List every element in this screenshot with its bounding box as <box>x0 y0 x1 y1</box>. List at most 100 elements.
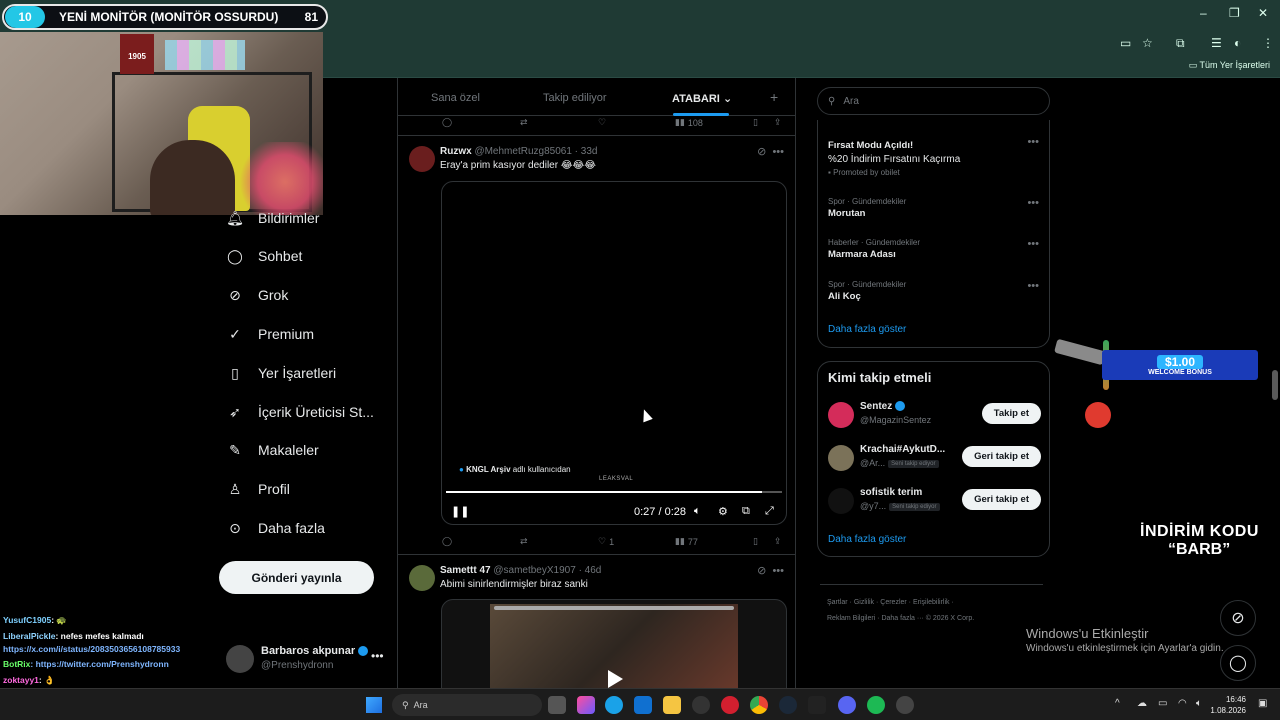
nav-articles[interactable]: ✎ Makaleler <box>226 441 319 459</box>
trend-item[interactable]: Spor · Gündemdekiler Morutan <box>828 197 906 219</box>
follow-back-button[interactable]: Geri takip et <box>962 446 1041 467</box>
reply-icon[interactable]: ◯ <box>442 536 452 547</box>
follow-suggestion[interactable]: Sentez @MagazinSentez Takip et <box>828 400 1041 432</box>
follow-button[interactable]: Takip et <box>981 403 1041 424</box>
share-icon[interactable]: ⇪ <box>774 117 782 128</box>
wifi-icon[interactable]: ◠ <box>1178 698 1187 709</box>
messages-fab-icon[interactable]: ◯ <box>1220 645 1256 681</box>
nav-notifications[interactable]: 🔔︎ Bildirimler <box>226 209 319 227</box>
trends-show-more[interactable]: Daha fazla göster <box>828 324 906 335</box>
post-button[interactable]: Gönderi yayınla <box>219 561 374 594</box>
nav-bookmarks[interactable]: ▯ Yer İşaretleri <box>226 364 336 382</box>
account-switcher[interactable]: Barbaros akpunar @Prenshydronn ••• <box>226 643 386 675</box>
chrome-icon[interactable] <box>750 696 768 714</box>
more-horizontal-icon[interactable]: ••• <box>1027 197 1039 209</box>
xbox-icon[interactable] <box>692 696 710 714</box>
network-icon[interactable]: ▭ <box>1158 698 1167 709</box>
follow-suggestion[interactable]: Krachai#AykutD... @Ar... Seni takip ediyo… <box>828 443 1041 475</box>
bookmark-icon[interactable]: ▯ <box>753 117 758 128</box>
all-bookmarks[interactable]: ▭ Tüm Yer İşaretleri <box>1189 60 1270 71</box>
more-horizontal-icon[interactable]: ••• <box>1027 280 1039 292</box>
copilot-icon[interactable] <box>577 696 595 714</box>
trend-item[interactable]: Haberler · Gündemdekiler Marmara Adası <box>828 238 920 260</box>
settings-app-icon[interactable] <box>896 696 914 714</box>
fullscreen-icon[interactable]: ⤢ <box>765 505 774 518</box>
video-player[interactable]: ● KNGL Arşiv adlı kullanıcıdan LEAKSVAL … <box>441 181 787 525</box>
like-count[interactable]: ♡ 1 <box>598 536 614 547</box>
edge-icon[interactable] <box>605 696 623 714</box>
outlook-icon[interactable] <box>634 696 652 714</box>
tweet-time[interactable]: · 46d <box>579 565 602 576</box>
nav-profile[interactable]: ♙ Profil <box>226 480 290 498</box>
grok-fab-icon[interactable]: ⊘ <box>1220 600 1256 636</box>
tray-app-icon[interactable]: ☁ <box>1137 698 1147 709</box>
tweet-author-handle[interactable]: @sametbeyX1907 <box>493 565 575 576</box>
reading-list-icon[interactable]: ☰ <box>1211 36 1222 50</box>
discord-icon[interactable] <box>838 696 856 714</box>
more-horizontal-icon[interactable]: ••• <box>772 565 784 577</box>
footer-links[interactable]: Şartlar · Gizlilik · Çerezler · Erişileb… <box>827 599 954 606</box>
file-explorer-icon[interactable] <box>663 696 681 714</box>
tray-overflow-icon[interactable]: ^ <box>1115 698 1120 709</box>
video-progress-bar[interactable] <box>446 491 782 493</box>
notifications-icon[interactable]: ▣ <box>1258 698 1267 709</box>
cast-icon[interactable]: ▭ <box>1120 36 1131 50</box>
spotify-icon[interactable] <box>867 696 885 714</box>
taskbar-search[interactable]: ⚲ Ara <box>392 694 542 716</box>
like-icon[interactable]: ♡ <box>598 117 606 128</box>
tab-for-you[interactable]: Sana özel <box>431 92 480 104</box>
taskbar-clock[interactable]: 16:46 1.08.2026 <box>1210 694 1246 716</box>
retweet-icon[interactable]: ⇄ <box>520 117 528 128</box>
more-horizontal-icon[interactable]: ••• <box>1027 136 1039 148</box>
more-horizontal-icon[interactable]: ••• <box>772 146 784 158</box>
opera-icon[interactable] <box>721 696 739 714</box>
profile-avatar-icon[interactable]: ◐ <box>1234 36 1241 50</box>
tweet-time[interactable]: · 33d <box>575 146 598 157</box>
nav-premium[interactable]: ✓ Premium <box>226 325 314 343</box>
video-thumbnail[interactable] <box>441 599 787 688</box>
pause-icon[interactable]: ❚❚ <box>451 505 469 518</box>
settings-gear-icon[interactable]: ⚙ <box>718 505 728 518</box>
avatar[interactable] <box>409 565 435 591</box>
reply-icon[interactable]: ◯ <box>442 117 452 128</box>
retweet-icon[interactable]: ⇄ <box>520 536 528 547</box>
follow-show-more[interactable]: Daha fazla göster <box>828 534 906 545</box>
follow-back-button[interactable]: Geri takip et <box>962 489 1041 510</box>
nav-grok[interactable]: ⊘ Grok <box>226 286 288 304</box>
views-count[interactable]: ▮▮ 77 <box>675 536 698 547</box>
minimize-button[interactable]: – <box>1200 6 1207 20</box>
tweet-author-name[interactable]: Ruzwx <box>440 146 472 157</box>
add-tab-button[interactable]: + <box>770 89 778 105</box>
nav-chat[interactable]: ◯ Sohbet <box>226 247 302 265</box>
task-view-icon[interactable] <box>548 696 566 714</box>
tweet-author-name[interactable]: Samettt 47 <box>440 565 491 576</box>
volume-icon[interactable]: 🔈︎ <box>1196 698 1202 709</box>
tab-following[interactable]: Takip ediliyor <box>543 92 607 104</box>
star-icon[interactable]: ☆ <box>1142 36 1153 50</box>
tab-atabari[interactable]: ATABARI ⌄ <box>672 92 732 105</box>
windows-start-icon[interactable] <box>366 697 382 713</box>
follow-suggestion[interactable]: sofistik terim @y7... Seni takip ediyor G… <box>828 486 1041 518</box>
next-app-icon[interactable] <box>808 696 826 714</box>
volume-icon[interactable]: 🔈︎ <box>694 505 701 518</box>
play-icon[interactable] <box>608 670 623 688</box>
share-icon[interactable]: ⇪ <box>774 536 782 547</box>
more-horizontal-icon[interactable]: ••• <box>1027 238 1039 250</box>
grok-icon[interactable]: ⊘ <box>757 146 766 158</box>
picture-in-picture-icon[interactable]: ⧉ <box>742 505 750 518</box>
avatar[interactable] <box>409 146 435 172</box>
grok-icon[interactable]: ⊘ <box>757 565 766 577</box>
menu-kebab-icon[interactable]: ⋮ <box>1262 36 1274 50</box>
nav-more[interactable]: ⊙ Daha fazla <box>226 519 325 537</box>
search-input[interactable]: ⚲ Ara <box>817 87 1050 115</box>
trend-item[interactable]: Spor · Gündemdekiler Ali Koç <box>828 280 906 302</box>
promoted-trend[interactable]: Fırsat Modu Açıldı! %20 İndirim Fırsatın… <box>828 138 960 177</box>
extensions-icon[interactable]: ⧉ <box>1176 36 1185 51</box>
tweet-author-handle[interactable]: @MehmetRuzg85061 <box>474 146 571 157</box>
more-horizontal-icon[interactable]: ••• <box>371 649 384 663</box>
footer-links[interactable]: Reklam Bilgileri · Daha fazla ··· © 2026… <box>827 615 974 622</box>
views-count[interactable]: ▮▮ 108 <box>675 117 703 128</box>
page-scrollbar[interactable] <box>1272 370 1278 400</box>
steam-icon[interactable] <box>779 696 797 714</box>
nav-creator-studio[interactable]: ➶ İçerik Üreticisi St... <box>226 403 374 421</box>
